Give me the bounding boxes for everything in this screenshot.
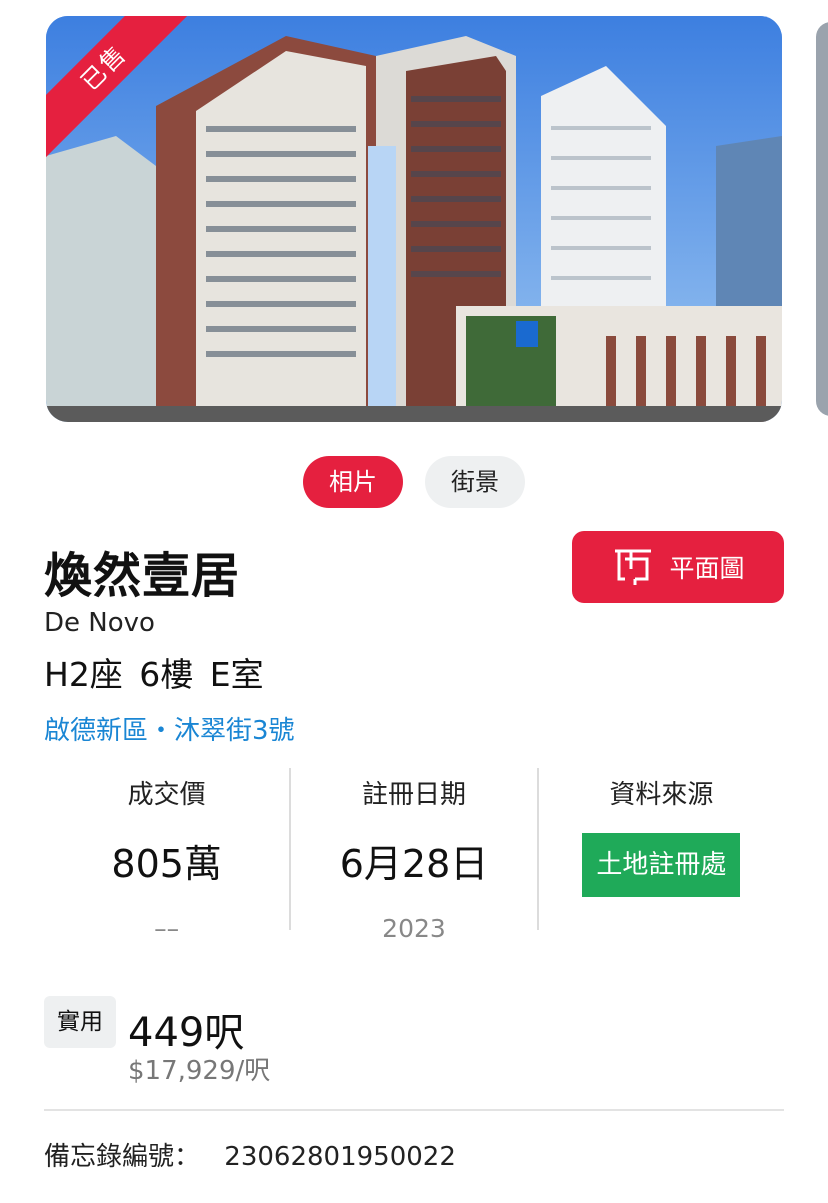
area-type-badge: 實用	[44, 996, 116, 1048]
property-photo[interactable]	[46, 16, 782, 422]
floorplan-button[interactable]: 平面圖	[572, 531, 784, 603]
stat-date: 註冊日期 6月28日 2023	[289, 768, 536, 943]
memo-value: 23062801950022	[224, 1142, 456, 1172]
divider	[44, 1109, 784, 1111]
price-per-sqft: $17,929/呎	[128, 1056, 271, 1086]
price-label: 成交價	[127, 780, 206, 810]
source-label: 資料來源	[609, 780, 714, 810]
stat-price: 成交價 805萬 ––	[44, 768, 289, 943]
memo-label: 備忘錄編號：	[44, 1142, 201, 1172]
date-year: 2023	[382, 914, 446, 943]
source-badge[interactable]: 土地註冊處	[582, 833, 741, 897]
building-photo	[46, 16, 782, 422]
tab-street-view[interactable]: 街景	[425, 456, 525, 508]
price-value: 805萬	[111, 842, 222, 886]
unit-info: H2座 6樓 E室	[44, 655, 264, 694]
date-label: 註冊日期	[361, 780, 466, 810]
transaction-stats: 成交價 805萬 –– 註冊日期 6月28日 2023 資料來源 土地註冊處	[44, 768, 784, 943]
date-value: 6月28日	[339, 842, 489, 886]
next-photo-peek[interactable]	[816, 22, 828, 416]
floorplan-icon	[615, 549, 652, 585]
price-sub: ––	[154, 914, 180, 943]
floorplan-label: 平面圖	[669, 554, 745, 583]
address-link[interactable]: 啟德新區・沐翠街3號	[44, 710, 295, 747]
property-name-en: De Novo	[44, 608, 155, 638]
memo-number: 備忘錄編號： 23062801950022	[44, 1136, 456, 1173]
property-name-zh: 煥然壹居	[44, 548, 241, 604]
tab-photos[interactable]: 相片	[303, 456, 403, 508]
stat-source: 資料來源 土地註冊處	[536, 768, 784, 930]
media-tabs: 相片 街景	[0, 456, 828, 508]
